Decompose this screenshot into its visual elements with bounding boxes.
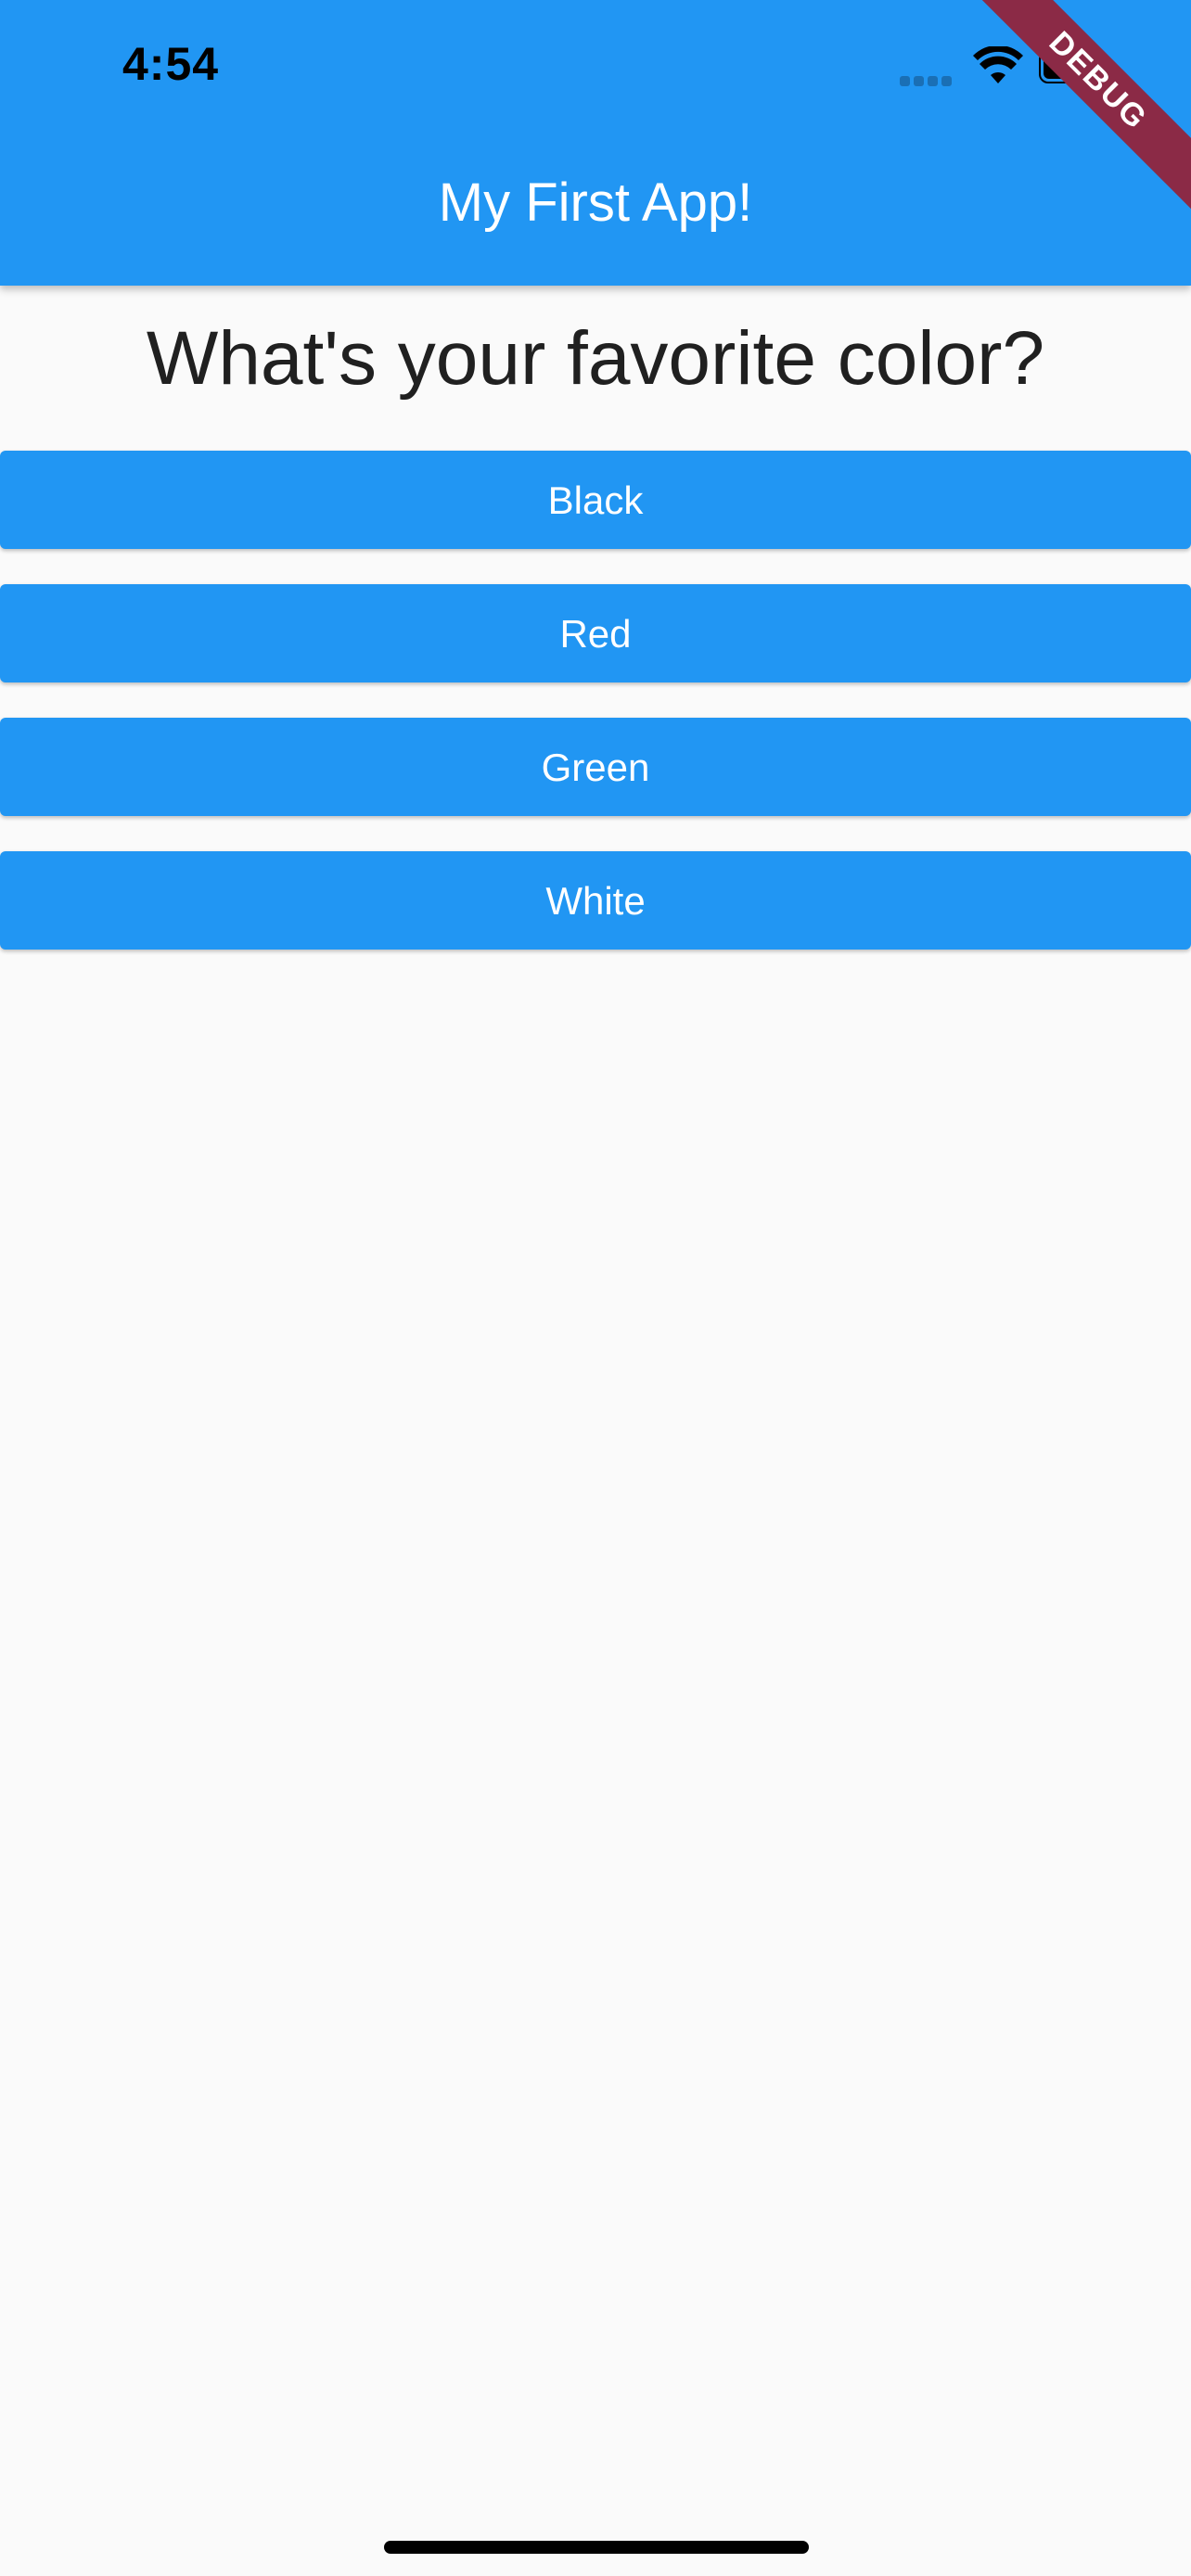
wifi-icon: [973, 46, 1023, 83]
question-text: What's your favorite color?: [146, 316, 1045, 401]
status-time: 4:54: [122, 38, 220, 90]
answer-button-white[interactable]: White: [0, 851, 1191, 950]
home-indicator[interactable]: [384, 2541, 809, 2554]
answer-button-red[interactable]: Red: [0, 584, 1191, 682]
answer-button-green[interactable]: Green: [0, 718, 1191, 816]
answer-button-black[interactable]: Black: [0, 451, 1191, 549]
cellular-signal-icon: [900, 74, 959, 86]
answer-list: Black Red Green White: [0, 451, 1191, 985]
page-title: My First App!: [438, 172, 753, 233]
app-bar: 4:54 My First App!: [0, 0, 1191, 286]
